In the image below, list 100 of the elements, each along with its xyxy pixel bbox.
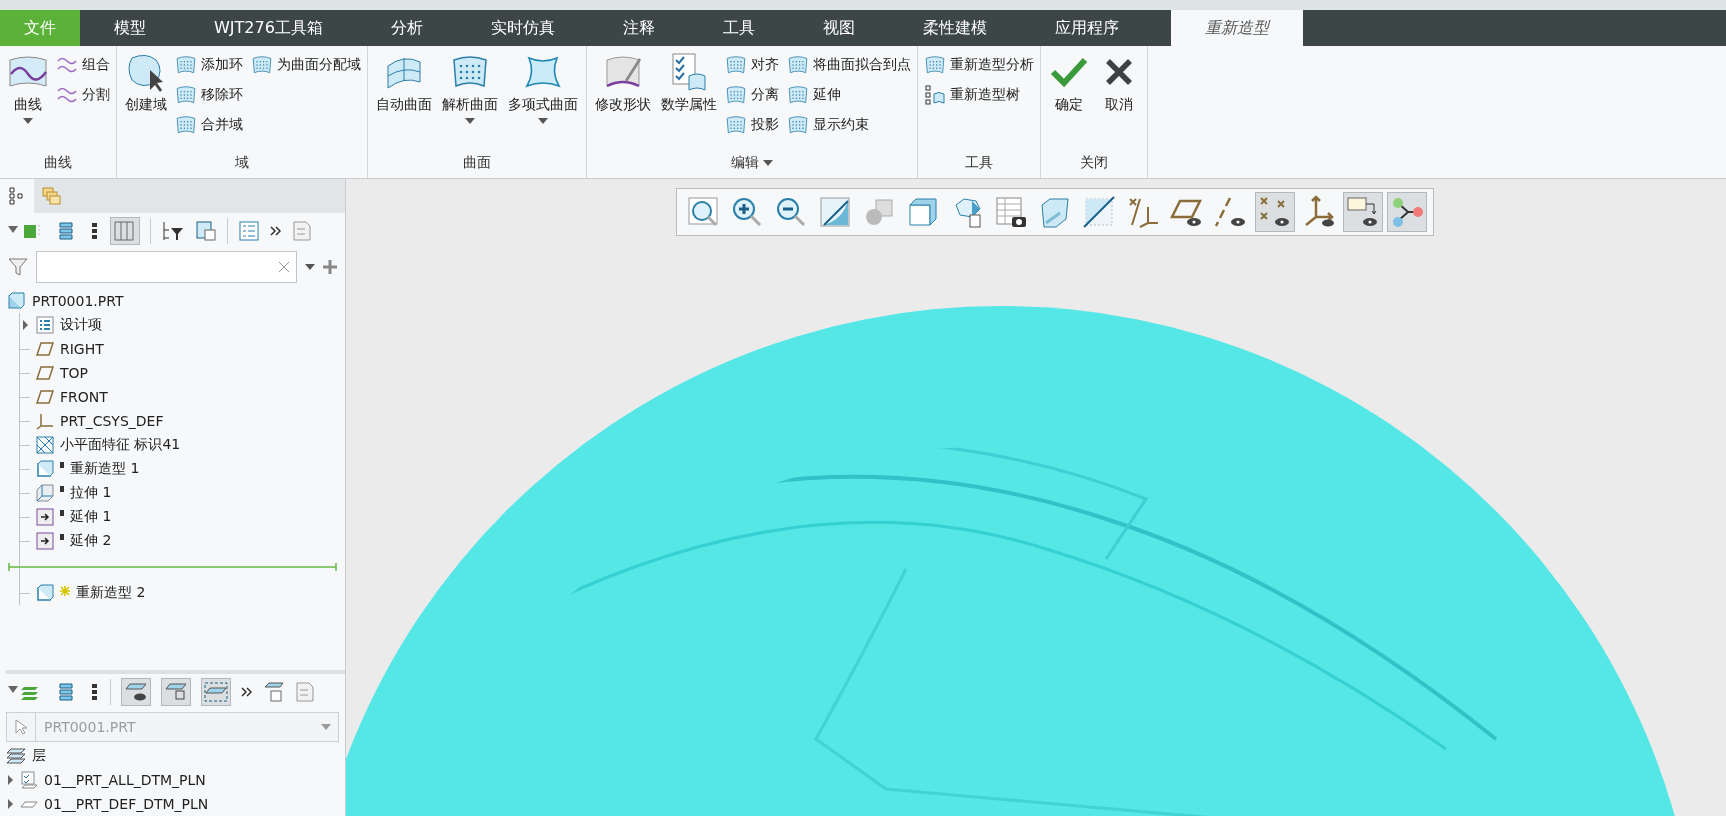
more-icon[interactable]	[241, 686, 253, 698]
ribbon-button[interactable]: 曲线	[6, 50, 50, 148]
tree-item[interactable]: FRONT	[60, 389, 108, 405]
ribbon-tab[interactable]: 视图	[788, 10, 889, 46]
tree-item[interactable]: 重新造型 2	[76, 584, 146, 602]
ribbon-tab[interactable]: WJT276工具箱	[180, 10, 357, 46]
layer-table-icon[interactable]	[263, 681, 285, 703]
ribbon-button[interactable]: 添加环	[175, 50, 243, 80]
part-icon	[8, 292, 26, 310]
mesh-icon	[36, 436, 54, 454]
caret-icon[interactable]	[763, 160, 773, 166]
points-eye-icon[interactable]	[1255, 192, 1295, 232]
surface-icon	[725, 54, 747, 76]
ribbon-button[interactable]: 合并域	[175, 110, 243, 140]
extend-icon	[36, 532, 54, 550]
more-icon[interactable]	[270, 225, 282, 237]
surface-icon	[175, 114, 197, 136]
plane-icon	[36, 388, 54, 406]
tree-item[interactable]: 重新造型 1	[70, 460, 140, 478]
list-icon	[36, 316, 54, 334]
cube-icon	[36, 584, 54, 602]
group-title: 曲面	[463, 154, 491, 172]
ribbon-tab[interactable]: 实时仿真	[456, 10, 589, 46]
filter-icon[interactable]	[161, 220, 185, 242]
tree-item[interactable]: 小平面特征 标识41	[60, 436, 181, 454]
ribbon-button[interactable]: 为曲面分配域	[251, 50, 361, 80]
search-field[interactable]	[36, 251, 297, 283]
layers-icon	[6, 747, 26, 765]
layer-header: 层	[32, 747, 46, 765]
ribbon-tab[interactable]: 应用程序	[1020, 10, 1153, 46]
clear-icon[interactable]	[278, 261, 290, 273]
tree-item[interactable]: RIGHT	[60, 341, 104, 357]
tree-item[interactable]: 延伸 1	[70, 508, 112, 526]
expand-icon[interactable]	[6, 775, 14, 785]
ribbon-button[interactable]: 取消	[1097, 50, 1141, 148]
ribbon-button[interactable]: 投影	[725, 110, 779, 140]
surface-icon	[924, 54, 946, 76]
tree-item[interactable]: 拉伸 1	[70, 484, 112, 502]
ribbon-button[interactable]: 延伸	[787, 80, 911, 110]
tree-item[interactable]: 延伸 2	[70, 532, 112, 550]
ribbon-tab[interactable]: 工具	[688, 10, 789, 46]
group-title: 工具	[965, 154, 993, 172]
ribbon-tab[interactable]: 分析	[356, 10, 457, 46]
caret-icon[interactable]	[465, 118, 475, 124]
ribbon-button[interactable]: 分离	[725, 80, 779, 110]
caret-icon[interactable]	[305, 264, 315, 270]
panel-tab[interactable]	[0, 179, 34, 213]
ribbon-button[interactable]: 自动曲面	[374, 50, 434, 148]
ribbon-button[interactable]: 多项式曲面	[506, 50, 580, 148]
ribbon-button[interactable]: 创建域	[123, 50, 169, 148]
folders-icon	[41, 186, 61, 206]
axes-icon	[36, 412, 54, 430]
tree-item[interactable]: 设计项	[60, 316, 102, 334]
expand-icon[interactable]	[6, 799, 14, 809]
tree-item[interactable]: PRT_CSYS_DEF	[60, 413, 164, 429]
ribbon-tab[interactable]: 重新造型	[1170, 10, 1303, 46]
surface-icon	[787, 84, 809, 106]
ribbon-button[interactable]: 数学属性	[659, 50, 719, 148]
group-title: 编辑	[731, 154, 759, 172]
layer-item[interactable]: 01__PRT_DEF_DTM_PLN	[44, 796, 209, 812]
table-icon[interactable]	[195, 220, 217, 242]
node-graph-icon[interactable]	[1387, 192, 1427, 232]
plane-icon	[36, 340, 54, 358]
layer-item[interactable]: 01__PRT_ALL_DTM_PLN	[44, 772, 206, 788]
ribbon-button[interactable]: 将曲面拟合到点	[787, 50, 911, 80]
ribbon-tab[interactable]: 模型	[80, 10, 180, 46]
layer-visibility-button[interactable]	[121, 678, 151, 706]
ribbon-button[interactable]: 解析曲面	[440, 50, 500, 148]
ribbon-tab[interactable]: 柔性建模	[888, 10, 1021, 46]
surface-icon	[787, 114, 809, 136]
ribbon-button[interactable]: 分割	[56, 80, 110, 110]
surface-icon	[725, 84, 747, 106]
expand-icon[interactable]	[21, 320, 29, 330]
caret-icon[interactable]	[23, 118, 33, 124]
cube-icon	[36, 460, 54, 478]
tree-item[interactable]: TOP	[60, 365, 88, 381]
add-icon[interactable]	[323, 260, 337, 274]
tree-icon	[8, 186, 26, 206]
ribbon-button[interactable]: 重新造型树	[924, 80, 1034, 110]
ribbon-button[interactable]: 组合	[56, 50, 110, 80]
model-menu-icon[interactable]	[8, 223, 42, 239]
group-title: 关闭	[1080, 154, 1108, 172]
note-eye-icon[interactable]	[1343, 192, 1383, 232]
ribbon-button[interactable]: 显示约束	[787, 110, 911, 140]
group-title: 曲线	[44, 154, 72, 172]
plane-icon	[36, 364, 54, 382]
group-title: 域	[235, 154, 249, 172]
tree-icon	[924, 84, 946, 106]
caret-icon	[321, 724, 331, 730]
cursor-icon	[15, 719, 27, 735]
ribbon-button[interactable]: 对齐	[725, 50, 779, 80]
ribbon-button[interactable]: 移除环	[175, 80, 243, 110]
tree-item[interactable]: PRT0001.PRT	[8, 289, 345, 313]
extend-icon	[36, 508, 54, 526]
ribbon-tab[interactable]: 注释	[588, 10, 689, 46]
surface-icon	[175, 84, 197, 106]
ribbon-button[interactable]: 修改形状	[593, 50, 653, 148]
ribbon-button[interactable]: 确定	[1047, 50, 1091, 148]
caret-icon[interactable]	[538, 118, 548, 124]
ribbon-button[interactable]: 重新造型分析	[924, 50, 1034, 80]
